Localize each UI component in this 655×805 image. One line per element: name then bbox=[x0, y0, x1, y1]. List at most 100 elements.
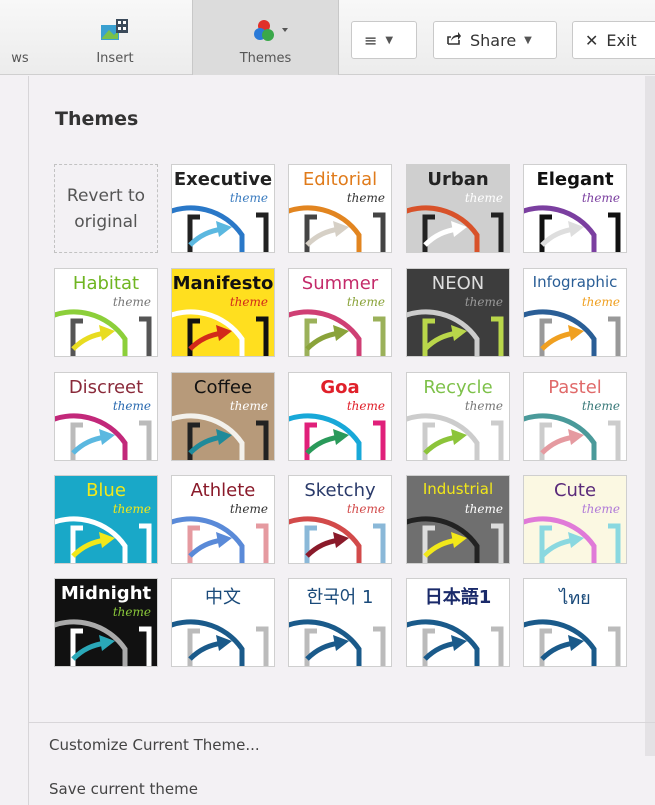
scrollbar[interactable] bbox=[645, 76, 655, 756]
theme-tile[interactable]: Discreet theme bbox=[54, 372, 158, 461]
left-bracket-shape bbox=[422, 628, 435, 666]
exit-label: Exit bbox=[606, 30, 637, 50]
theme-tile[interactable]: Midnight theme bbox=[54, 578, 158, 667]
theme-arc bbox=[407, 516, 480, 563]
theme-tile[interactable]: Manifesto theme bbox=[171, 268, 275, 357]
theme-subtitle: theme bbox=[346, 295, 385, 309]
theme-name: 日本語1 bbox=[424, 587, 492, 608]
left-bracket-shape bbox=[539, 422, 552, 460]
theme-tile[interactable]: Urban theme bbox=[406, 164, 510, 253]
theme-tile[interactable]: Blue theme bbox=[54, 475, 158, 564]
theme-subtitle: theme bbox=[112, 502, 151, 516]
arrow-shape bbox=[423, 330, 458, 351]
theme-tile[interactable]: Sketchy theme bbox=[288, 475, 392, 564]
right-bracket-shape bbox=[491, 626, 504, 666]
theme-tile[interactable]: 한국어 1 bbox=[288, 578, 392, 667]
theme-arc bbox=[407, 413, 480, 460]
theme-tile[interactable]: ไทย bbox=[523, 578, 627, 667]
theme-tile[interactable]: Habitat theme bbox=[54, 268, 158, 357]
arrow-shape bbox=[423, 537, 458, 558]
theme-subtitle: theme bbox=[112, 605, 151, 619]
theme-name: Executive bbox=[173, 169, 273, 190]
share-label: Share bbox=[470, 30, 517, 50]
left-bracket-shape bbox=[70, 318, 83, 356]
theme-tile[interactable]: Goa theme bbox=[288, 372, 392, 461]
close-icon: ✕ bbox=[585, 30, 599, 50]
theme-name: Athlete bbox=[190, 480, 256, 501]
theme-arc bbox=[524, 309, 597, 356]
insert-button[interactable]: Insert bbox=[80, 0, 150, 75]
theme-tile[interactable]: Infographic theme bbox=[523, 268, 627, 357]
theme-tile[interactable]: Recycle theme bbox=[406, 372, 510, 461]
theme-arc bbox=[289, 309, 362, 356]
left-bracket-shape bbox=[539, 214, 552, 252]
arrow-shape bbox=[188, 434, 223, 455]
theme-name: Discreet bbox=[68, 377, 144, 398]
theme-arc bbox=[172, 205, 245, 252]
arrow-shape bbox=[540, 226, 575, 247]
themes-panel: Themes Revert to original Executive theme… bbox=[28, 76, 655, 805]
theme-tile[interactable]: Pastel theme bbox=[523, 372, 627, 461]
insert-label: Insert bbox=[96, 51, 134, 66]
theme-tile[interactable]: Editorial theme bbox=[288, 164, 392, 253]
arrow-shape bbox=[71, 537, 106, 558]
tab-cut-off-label: ws bbox=[11, 51, 29, 66]
theme-tile[interactable]: Summer theme bbox=[288, 268, 392, 357]
share-button[interactable]: Share ▼ bbox=[433, 21, 557, 59]
customize-theme-item[interactable]: Customize Current Theme... bbox=[49, 736, 260, 754]
theme-arc bbox=[172, 413, 245, 460]
left-bracket-shape bbox=[187, 525, 200, 563]
theme-tile[interactable]: 中文 bbox=[171, 578, 275, 667]
theme-subtitle: theme bbox=[229, 295, 268, 309]
arrow-shape bbox=[71, 640, 106, 661]
left-bracket-shape bbox=[70, 422, 83, 460]
chevron-down-icon: ▼ bbox=[524, 34, 532, 46]
theme-arc bbox=[172, 619, 245, 666]
arrow-shape bbox=[540, 640, 575, 661]
revert-to-original-button[interactable]: Revert to original bbox=[54, 164, 158, 253]
right-bracket-shape bbox=[256, 626, 269, 666]
right-bracket-shape bbox=[256, 420, 269, 460]
theme-arc bbox=[172, 309, 245, 356]
toolbar: ws Insert Themes ≡ ▼ Share ▼ ✕ Exit bbox=[0, 0, 655, 75]
right-bracket-shape bbox=[139, 626, 152, 666]
left-bracket-shape bbox=[304, 525, 317, 563]
theme-name: Coffee bbox=[193, 377, 253, 398]
theme-tile[interactable]: Elegant theme bbox=[523, 164, 627, 253]
theme-name: Cute bbox=[553, 480, 597, 501]
right-bracket-shape bbox=[491, 420, 504, 460]
theme-name: Elegant bbox=[536, 169, 614, 190]
arrow-shape bbox=[305, 434, 340, 455]
left-bracket-shape bbox=[422, 422, 435, 460]
right-bracket-shape bbox=[373, 420, 386, 460]
themes-palette-icon bbox=[252, 18, 292, 48]
menu-dropdown-button[interactable]: ≡ ▼ bbox=[351, 21, 417, 59]
theme-tile[interactable]: NEON theme bbox=[406, 268, 510, 357]
theme-arc bbox=[289, 413, 362, 460]
theme-tile[interactable]: Athlete theme bbox=[171, 475, 275, 564]
arrow-shape bbox=[540, 537, 575, 558]
tab-cut-off[interactable]: ws bbox=[0, 0, 40, 75]
save-theme-item[interactable]: Save current theme bbox=[49, 780, 198, 798]
exit-button[interactable]: ✕ Exit bbox=[572, 21, 655, 59]
left-bracket-shape bbox=[422, 525, 435, 563]
theme-tile[interactable]: 日本語1 bbox=[406, 578, 510, 667]
theme-arc bbox=[289, 516, 362, 563]
theme-arc bbox=[524, 619, 597, 666]
theme-tile[interactable]: Executive theme bbox=[171, 164, 275, 253]
theme-name: Urban bbox=[427, 169, 489, 190]
share-icon bbox=[446, 30, 462, 50]
theme-subtitle: theme bbox=[346, 502, 385, 516]
left-bracket-shape bbox=[304, 422, 317, 460]
theme-name: Blue bbox=[86, 480, 126, 501]
theme-tile[interactable]: Industrial theme bbox=[406, 475, 510, 564]
theme-name: Manifesto bbox=[172, 273, 274, 294]
arrow-shape bbox=[423, 434, 458, 455]
theme-tile[interactable]: Coffee theme bbox=[171, 372, 275, 461]
themes-button[interactable]: Themes bbox=[192, 0, 339, 75]
right-bracket-shape bbox=[491, 212, 504, 252]
themes-label: Themes bbox=[239, 51, 292, 66]
theme-tile[interactable]: Cute theme bbox=[523, 475, 627, 564]
theme-arc bbox=[524, 516, 597, 563]
left-bracket-shape bbox=[304, 628, 317, 666]
